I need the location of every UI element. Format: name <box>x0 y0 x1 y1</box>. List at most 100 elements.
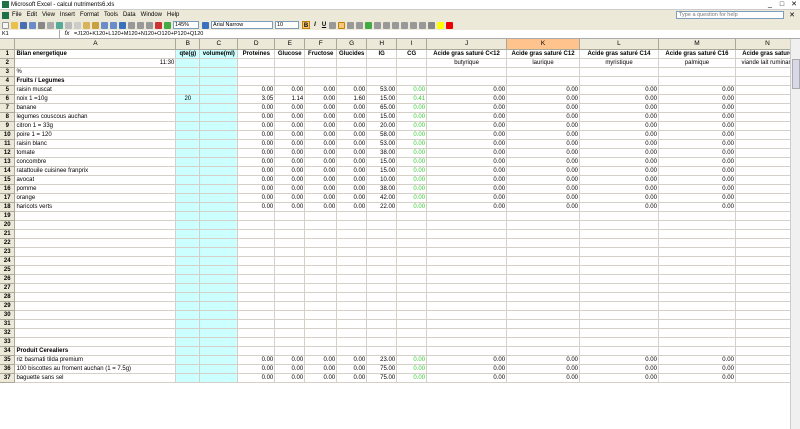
row-header[interactable]: 25 <box>0 265 16 275</box>
cell[interactable] <box>366 256 398 266</box>
cell[interactable] <box>336 292 368 302</box>
cell[interactable]: 0.00 <box>426 103 508 113</box>
cell[interactable]: 0.00 <box>426 112 508 122</box>
cell[interactable]: 0.00 <box>658 202 736 212</box>
cell[interactable]: 0.00 <box>579 85 659 95</box>
cell[interactable] <box>175 337 201 347</box>
cell[interactable]: 0.00 <box>304 364 338 374</box>
cell[interactable] <box>274 319 306 329</box>
cell[interactable]: 0.00 <box>579 94 659 104</box>
cell[interactable] <box>199 121 239 131</box>
cell[interactable]: 0.00 <box>274 121 306 131</box>
cell[interactable] <box>199 229 239 239</box>
cell[interactable] <box>506 67 581 77</box>
cell[interactable] <box>336 211 368 221</box>
column-header-M[interactable]: M <box>658 39 736 50</box>
permission-icon[interactable] <box>29 21 36 29</box>
row-header[interactable]: 28 <box>0 292 16 302</box>
menu-file[interactable]: File <box>12 12 22 18</box>
cell[interactable]: 0.00 <box>336 355 368 365</box>
cell[interactable] <box>175 103 201 113</box>
cell[interactable] <box>396 76 428 86</box>
percent-icon[interactable] <box>374 21 381 29</box>
cell[interactable]: qte(g) <box>175 49 201 59</box>
row-header[interactable]: 12 <box>0 148 16 158</box>
cell[interactable] <box>396 292 428 302</box>
cell[interactable]: Acide gras saturé C12 <box>506 49 581 59</box>
cell[interactable] <box>199 256 239 266</box>
cell[interactable]: 0.00 <box>304 175 338 185</box>
cell[interactable]: Acide gras saturé C14 <box>579 49 659 59</box>
cell[interactable] <box>366 265 398 275</box>
cell[interactable] <box>506 265 581 275</box>
cell[interactable] <box>14 337 177 347</box>
row-header[interactable]: 18 <box>0 202 16 212</box>
cell[interactable] <box>366 310 398 320</box>
cell[interactable]: pomme <box>14 184 177 194</box>
sort-asc-icon[interactable] <box>137 21 144 29</box>
cell[interactable]: 11:30 <box>14 58 177 68</box>
cell[interactable]: 0.00 <box>426 121 508 131</box>
cell[interactable] <box>396 310 428 320</box>
row-header[interactable]: 23 <box>0 247 16 257</box>
cell[interactable] <box>658 265 736 275</box>
cell[interactable]: palmique <box>658 58 736 68</box>
cell[interactable] <box>506 256 581 266</box>
cell[interactable]: 0.00 <box>304 355 338 365</box>
cell[interactable] <box>366 58 398 68</box>
column-header-A[interactable]: A <box>14 39 177 50</box>
cell[interactable]: 0.00 <box>274 364 306 374</box>
cell[interactable]: 0.00 <box>237 364 276 374</box>
cell[interactable] <box>658 328 736 338</box>
cell[interactable]: 0.00 <box>304 202 338 212</box>
cell[interactable] <box>304 76 338 86</box>
cell[interactable] <box>579 346 659 356</box>
row-header[interactable]: 2 <box>0 58 16 68</box>
cell[interactable] <box>506 337 581 347</box>
cell[interactable] <box>366 337 398 347</box>
cell[interactable]: 0.00 <box>336 103 368 113</box>
chart-wizard-icon[interactable] <box>155 21 162 29</box>
comma-icon[interactable] <box>383 21 390 29</box>
cell[interactable]: 0.00 <box>506 121 581 131</box>
cell[interactable] <box>579 292 659 302</box>
cell[interactable] <box>199 220 239 230</box>
cell[interactable] <box>237 76 276 86</box>
cell[interactable]: baguette sans sel <box>14 373 177 383</box>
cell[interactable] <box>336 274 368 284</box>
cell[interactable]: 0.00 <box>506 139 581 149</box>
cell[interactable] <box>199 103 239 113</box>
cell[interactable]: 0.00 <box>579 175 659 185</box>
cell[interactable]: Fructose <box>304 49 338 59</box>
cell[interactable]: 0.00 <box>336 130 368 140</box>
cell[interactable]: 0.00 <box>426 193 508 203</box>
cell[interactable]: 0.00 <box>237 373 276 383</box>
row-header[interactable]: 22 <box>0 238 16 248</box>
cell[interactable] <box>396 211 428 221</box>
cell[interactable]: CG <box>396 49 428 59</box>
new-icon[interactable] <box>2 21 9 29</box>
zoom-select[interactable]: 145% <box>173 21 199 29</box>
cell[interactable] <box>426 319 508 329</box>
cell[interactable] <box>396 301 428 311</box>
cell[interactable] <box>199 364 239 374</box>
cell[interactable]: 0.41 <box>396 94 428 104</box>
cell[interactable] <box>175 274 201 284</box>
row-header[interactable]: 29 <box>0 301 16 311</box>
cell[interactable] <box>175 130 201 140</box>
cell[interactable]: 0.00 <box>579 157 659 167</box>
cell[interactable]: 0.00 <box>426 364 508 374</box>
cell[interactable] <box>658 346 736 356</box>
cell[interactable] <box>14 211 177 221</box>
align-left-icon[interactable] <box>329 21 336 29</box>
cell[interactable]: 0.00 <box>336 202 368 212</box>
cell[interactable]: Fruits / Legumes <box>14 76 177 86</box>
fill-color-icon[interactable] <box>437 21 444 29</box>
cell[interactable]: 0.00 <box>396 202 428 212</box>
cell[interactable] <box>274 292 306 302</box>
cell[interactable]: 0.00 <box>237 85 276 95</box>
cell[interactable]: 0.00 <box>304 193 338 203</box>
cell[interactable] <box>579 211 659 221</box>
cell[interactable] <box>14 328 177 338</box>
cell[interactable] <box>175 256 201 266</box>
